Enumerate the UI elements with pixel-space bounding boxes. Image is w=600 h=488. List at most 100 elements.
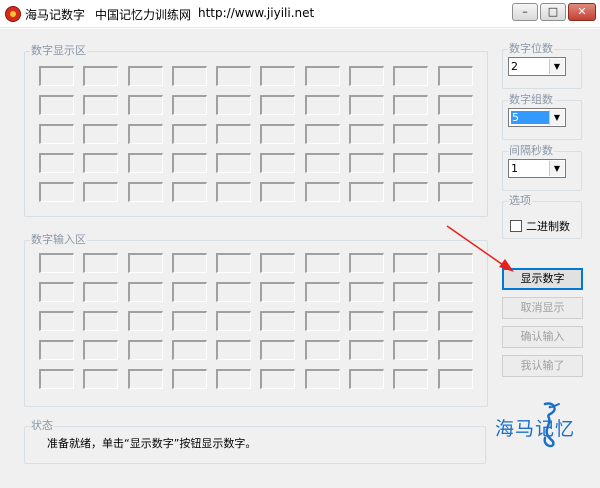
input-cell[interactable]	[39, 369, 74, 389]
display-cell	[171, 66, 207, 86]
input-cell[interactable]	[349, 253, 385, 273]
input-cell[interactable]	[216, 253, 252, 273]
input-cell[interactable]	[127, 311, 163, 331]
input-cell[interactable]	[216, 369, 252, 389]
input-cell[interactable]	[349, 311, 385, 331]
input-cell[interactable]	[39, 282, 74, 302]
display-cell	[127, 95, 163, 115]
display-cell	[349, 66, 385, 86]
input-cell[interactable]	[437, 311, 473, 331]
input-cell[interactable]	[349, 340, 385, 360]
confirm-input-button[interactable]: 确认输入	[502, 326, 583, 348]
input-cell[interactable]	[83, 340, 119, 360]
input-cell[interactable]	[39, 340, 74, 360]
input-cell[interactable]	[393, 311, 429, 331]
cancel-show-button[interactable]: 取消显示	[502, 297, 583, 319]
input-cell[interactable]	[171, 340, 207, 360]
input-cell[interactable]	[393, 253, 429, 273]
group-count-legend: 数字组数	[509, 93, 553, 106]
input-cell[interactable]	[216, 340, 252, 360]
give-up-button[interactable]: 我认输了	[502, 355, 583, 377]
group-count-value: 5	[511, 111, 549, 124]
input-cell[interactable]	[216, 282, 252, 302]
input-cell[interactable]	[83, 253, 119, 273]
display-cell	[127, 182, 163, 202]
input-cell[interactable]	[260, 282, 296, 302]
minimize-icon: –	[522, 5, 528, 18]
display-cell	[393, 66, 429, 86]
display-cell	[171, 124, 207, 144]
input-cell[interactable]	[127, 340, 163, 360]
chevron-down-icon[interactable]: ▼	[549, 161, 564, 176]
input-cell[interactable]	[437, 282, 473, 302]
display-cell	[260, 124, 296, 144]
display-cell	[83, 66, 119, 86]
input-cell[interactable]	[393, 340, 429, 360]
display-cell	[171, 95, 207, 115]
app-logo-icon[interactable]	[5, 6, 21, 22]
input-cell[interactable]	[260, 369, 296, 389]
maximize-icon: □	[547, 5, 559, 18]
input-cell[interactable]	[349, 282, 385, 302]
display-cell	[83, 182, 119, 202]
seahorse-logo: 海马记忆	[495, 398, 595, 450]
input-cell[interactable]	[127, 369, 163, 389]
input-cell[interactable]	[127, 282, 163, 302]
display-cell	[304, 66, 340, 86]
interval-seconds-select[interactable]: 1 ▼	[508, 159, 566, 178]
input-cell[interactable]	[393, 369, 429, 389]
input-cell[interactable]	[83, 369, 119, 389]
input-cell[interactable]	[171, 369, 207, 389]
display-cell	[437, 124, 473, 144]
input-cell[interactable]	[437, 340, 473, 360]
binary-checkbox-label[interactable]: 二进制数	[526, 218, 570, 234]
display-cell	[83, 153, 119, 173]
input-cell[interactable]	[216, 311, 252, 331]
logo-text: 海马记忆	[495, 418, 576, 440]
chevron-down-icon[interactable]: ▼	[549, 110, 564, 125]
input-cell[interactable]	[437, 253, 473, 273]
title-bar: 海马记数字 中国记忆力训练网 http://www.jiyili.net – □…	[0, 0, 600, 28]
maximize-button[interactable]: □	[540, 3, 566, 21]
display-cell	[437, 95, 473, 115]
display-cell	[216, 124, 252, 144]
chevron-down-icon[interactable]: ▼	[549, 59, 564, 74]
input-cell[interactable]	[437, 369, 473, 389]
input-cell[interactable]	[304, 340, 340, 360]
input-cell[interactable]	[39, 253, 74, 273]
input-cell[interactable]	[171, 253, 207, 273]
input-cell[interactable]	[260, 311, 296, 331]
input-cell[interactable]	[171, 311, 207, 331]
input-cell[interactable]	[83, 282, 119, 302]
input-cell[interactable]	[393, 282, 429, 302]
input-cell[interactable]	[304, 282, 340, 302]
display-cell	[83, 95, 119, 115]
input-cell[interactable]	[304, 369, 340, 389]
group-count-select[interactable]: 5 ▼	[508, 108, 566, 127]
show-digits-button[interactable]: 显示数字	[502, 268, 583, 290]
window-title-app: 海马记数字	[25, 8, 86, 22]
input-cell[interactable]	[304, 253, 340, 273]
input-cell[interactable]	[171, 282, 207, 302]
close-button[interactable]: ✕	[568, 3, 596, 21]
display-cell	[260, 66, 296, 86]
display-cell	[127, 153, 163, 173]
binary-checkbox[interactable]	[510, 220, 522, 232]
input-cell[interactable]	[127, 253, 163, 273]
display-area-legend: 数字显示区	[31, 44, 86, 57]
minimize-button[interactable]: –	[512, 3, 538, 21]
input-cell[interactable]	[260, 253, 296, 273]
options-legend: 选项	[509, 194, 531, 207]
input-cell[interactable]	[83, 311, 119, 331]
digit-count-select[interactable]: 2 ▼	[508, 57, 566, 76]
input-cell[interactable]	[304, 311, 340, 331]
interval-seconds-value: 1	[511, 162, 518, 175]
input-cell[interactable]	[260, 340, 296, 360]
input-cell[interactable]	[349, 369, 385, 389]
display-cell	[39, 153, 74, 173]
input-cell[interactable]	[39, 311, 74, 331]
display-cell	[393, 124, 429, 144]
display-cell	[437, 153, 473, 173]
display-cell	[127, 66, 163, 86]
window-title-org: 中国记忆力训练网	[95, 8, 192, 22]
